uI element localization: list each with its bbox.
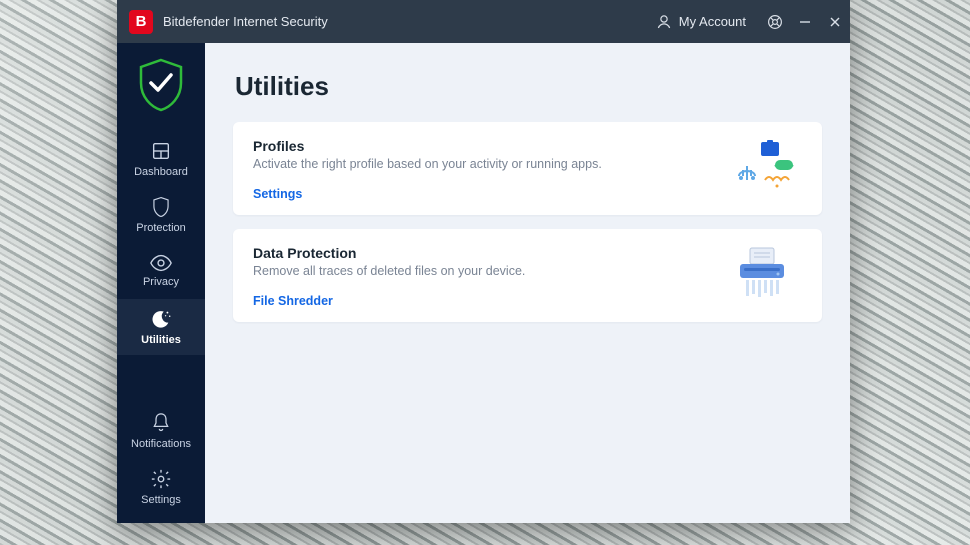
page-title: Utilities bbox=[235, 71, 822, 102]
eye-icon bbox=[149, 254, 173, 272]
support-button[interactable] bbox=[760, 0, 790, 43]
card-title: Profiles bbox=[253, 138, 722, 154]
profiles-illustration bbox=[722, 138, 802, 194]
sidebar-item-protection[interactable]: Protection bbox=[117, 187, 205, 243]
lifebuoy-icon bbox=[766, 13, 784, 31]
close-button[interactable] bbox=[820, 0, 850, 43]
shredder-illustration bbox=[722, 245, 802, 301]
file-shredder-link[interactable]: File Shredder bbox=[253, 294, 722, 308]
sidebar-item-label: Utilities bbox=[141, 334, 181, 346]
app-title: Bitdefender Internet Security bbox=[163, 14, 328, 29]
shield-icon bbox=[151, 196, 171, 218]
card-description: Remove all traces of deleted files on yo… bbox=[253, 264, 722, 278]
profiles-settings-link[interactable]: Settings bbox=[253, 187, 722, 201]
minimize-icon bbox=[799, 16, 811, 28]
card-description: Activate the right profile based on your… bbox=[253, 157, 722, 171]
person-icon bbox=[655, 13, 673, 31]
sidebar-item-dashboard[interactable]: Dashboard bbox=[117, 131, 205, 187]
app-window: B Bitdefender Internet Security My Accou… bbox=[117, 0, 850, 523]
sidebar-item-label: Privacy bbox=[143, 276, 179, 288]
content-area: Utilities Profiles Activate the right pr… bbox=[205, 43, 850, 523]
close-icon bbox=[829, 16, 841, 28]
dashboard-icon bbox=[150, 140, 172, 162]
sidebar-item-label: Notifications bbox=[131, 438, 191, 450]
sidebar-item-settings[interactable]: Settings bbox=[117, 459, 205, 515]
profiles-icon bbox=[727, 140, 797, 192]
moon-sparkle-icon bbox=[150, 308, 172, 330]
sidebar-item-label: Dashboard bbox=[134, 166, 188, 178]
titlebar: B Bitdefender Internet Security My Accou… bbox=[117, 0, 850, 43]
card-profiles: Profiles Activate the right profile base… bbox=[233, 122, 822, 215]
sidebar: Dashboard Protection Privacy bbox=[117, 43, 205, 523]
bell-icon bbox=[151, 412, 171, 434]
sidebar-item-label: Protection bbox=[136, 222, 186, 234]
shredder-icon bbox=[732, 246, 792, 300]
sidebar-item-label: Settings bbox=[141, 494, 181, 506]
sidebar-item-utilities[interactable]: Utilities bbox=[117, 299, 205, 355]
my-account-button[interactable]: My Account bbox=[655, 13, 746, 31]
my-account-label: My Account bbox=[679, 14, 746, 29]
sidebar-item-notifications[interactable]: Notifications bbox=[117, 403, 205, 459]
card-title: Data Protection bbox=[253, 245, 722, 261]
app-body: Dashboard Protection Privacy bbox=[117, 43, 850, 523]
app-logo-letter: B bbox=[136, 13, 147, 30]
shield-check-icon bbox=[137, 57, 185, 113]
protection-status-shield[interactable] bbox=[137, 57, 185, 113]
minimize-button[interactable] bbox=[790, 0, 820, 43]
card-data-protection: Data Protection Remove all traces of del… bbox=[233, 229, 822, 322]
gear-icon bbox=[150, 468, 172, 490]
sidebar-item-privacy[interactable]: Privacy bbox=[117, 243, 205, 299]
app-logo: B bbox=[129, 10, 153, 34]
desktop-background: B Bitdefender Internet Security My Accou… bbox=[0, 0, 970, 545]
